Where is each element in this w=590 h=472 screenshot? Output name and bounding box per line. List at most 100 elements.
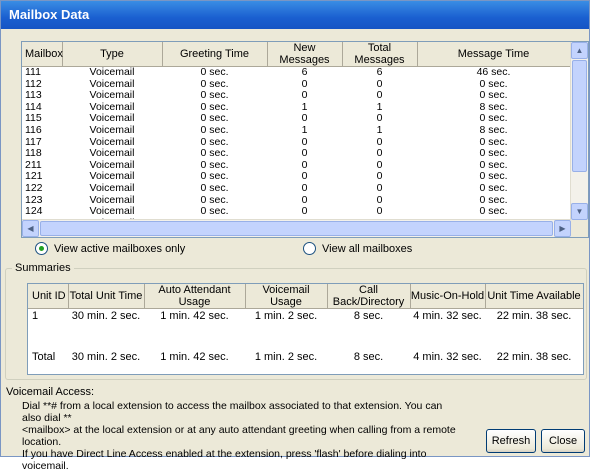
voicemail-access-label: Voicemail Access: <box>6 386 95 398</box>
scroll-right-icon[interactable]: ▶ <box>554 220 571 237</box>
scroll-left-icon[interactable]: ◀ <box>22 220 39 237</box>
table-row[interactable]: 118 Voicemail 0 sec. 0 0 0 sec. <box>22 148 570 160</box>
summary-total-cell: 30 min. 2 sec. <box>71 351 141 363</box>
table-cell: 0 <box>301 182 308 194</box>
table-row[interactable]: 117 Voicemail 0 sec. 0 0 0 sec. <box>22 137 570 149</box>
summary-cell: 1 min. 42 sec. <box>160 310 229 322</box>
table-cell: 0 sec. <box>479 113 508 125</box>
summary-column-header: Total Unit Time <box>68 284 145 309</box>
table-cell: 0 <box>376 78 383 90</box>
table-cell: Voicemail <box>89 182 135 194</box>
table-row[interactable]: 112 Voicemail 0 sec. 0 0 0 sec. <box>22 79 570 91</box>
summary-cell: 1 min. 2 sec. <box>254 310 318 322</box>
table-cell: 0 <box>376 113 383 125</box>
scroll-down-icon[interactable]: ▼ <box>571 203 588 220</box>
mailbox-table[interactable]: Mailbox Type Greeting Time New Messages Tota… <box>21 41 589 238</box>
table-cell: 0 <box>301 194 308 206</box>
table-row[interactable]: 121 Voicemail 0 sec. 0 0 0 sec. <box>22 171 570 183</box>
table-cell: 111 <box>25 66 41 78</box>
table-cell: 46 sec. <box>476 66 511 78</box>
table-row[interactable]: 113 Voicemail 0 sec. 0 0 0 sec. <box>22 90 570 102</box>
refresh-button[interactable]: Refresh <box>486 429 536 453</box>
mailbox-column-header: Message Time <box>417 42 571 67</box>
horizontal-scrollbar[interactable]: ◀ ▶ <box>22 219 571 237</box>
table-cell: 0 <box>376 136 383 148</box>
view-active-radio[interactable]: View active mailboxes only <box>35 242 185 255</box>
summaries-total-row: Total 30 min. 2 sec. 1 min. 42 sec. 1 min. … <box>28 350 583 364</box>
table-cell: Voicemail <box>89 206 135 218</box>
summary-cell: 1 <box>32 310 39 322</box>
table-cell: 0 <box>301 136 308 148</box>
table-cell: 0 sec. <box>479 194 508 206</box>
table-cell: 0 sec. <box>200 124 229 136</box>
view-all-radio[interactable]: View all mailboxes <box>303 242 412 255</box>
vertical-scroll-thumb[interactable] <box>572 60 587 172</box>
table-row[interactable]: 111 Voicemail 0 sec. 6 6 46 sec. <box>22 67 570 79</box>
table-row[interactable]: 123 Voicemail 0 sec. 0 0 0 sec. <box>22 195 570 207</box>
table-cell: 0 <box>301 159 308 171</box>
table-cell: Voicemail <box>89 171 135 183</box>
table-row[interactable]: 124 Voicemail 0 sec. 0 0 0 sec. <box>22 206 570 218</box>
summary-column-header: Auto Attendant Usage <box>144 284 246 309</box>
scrollbar-corner <box>571 220 588 237</box>
summaries-table-body: 1 30 min. 2 sec. 1 min. 42 sec. 1 min. 2 se… <box>28 309 583 324</box>
mailbox-table-header: Mailbox Type Greeting Time New Messages Tota… <box>22 42 571 67</box>
vertical-scrollbar[interactable]: ▲ ▼ <box>570 42 588 220</box>
table-cell: 0 sec. <box>200 159 229 171</box>
radio-selected-icon[interactable] <box>35 242 48 255</box>
table-cell: 121 <box>25 171 43 183</box>
summary-cell: 4 min. 32 sec. <box>413 310 482 322</box>
table-cell: 0 sec. <box>200 182 229 194</box>
table-cell: 0 <box>301 113 308 125</box>
table-cell: 0 sec. <box>200 148 229 160</box>
table-cell: 0 <box>301 171 308 183</box>
summaries-table: Unit ID Total Unit Time Auto Attendant Usa… <box>27 283 584 375</box>
summary-cell: 30 min. 2 sec. <box>71 310 141 322</box>
table-cell: Voicemail <box>89 194 135 206</box>
table-row[interactable]: 211 Voicemail 0 sec. 0 0 0 sec. <box>22 160 570 172</box>
table-cell: 6 <box>301 66 308 78</box>
table-cell: 114 <box>25 101 42 113</box>
mailbox-table-body: 111 Voicemail 0 sec. 6 6 46 sec. 112 Voicemail 0… <box>22 67 570 230</box>
table-cell: Voicemail <box>89 113 135 125</box>
table-cell: 0 <box>376 171 383 183</box>
summary-cell: 22 min. 38 sec. <box>496 310 572 322</box>
table-row[interactable]: 114 Voicemail 0 sec. 1 1 8 sec. <box>22 102 570 114</box>
summary-total-cell: 8 sec. <box>353 351 384 363</box>
summary-total-cell: Total <box>32 351 56 363</box>
table-cell: 118 <box>25 148 42 160</box>
table-row[interactable]: 122 Voicemail 0 sec. 0 0 0 sec. <box>22 183 570 195</box>
table-cell: 0 <box>376 159 383 171</box>
summary-column-header: Call Back/Directory <box>327 284 411 309</box>
scroll-up-icon[interactable]: ▲ <box>571 42 588 59</box>
horizontal-scroll-thumb[interactable] <box>40 221 553 236</box>
table-cell: 211 <box>25 159 42 171</box>
table-cell: Voicemail <box>89 101 135 113</box>
table-cell: 0 <box>301 78 308 90</box>
table-cell: 0 sec. <box>200 171 229 183</box>
table-cell: 0 sec. <box>479 148 508 160</box>
summaries-label: Summaries <box>12 262 74 274</box>
table-cell: 0 sec. <box>479 136 508 148</box>
table-cell: 0 sec. <box>479 90 508 102</box>
table-cell: 112 <box>25 78 42 90</box>
table-cell: 115 <box>25 113 42 125</box>
voicemail-access-text: Dial **# from a local extension to acces… <box>22 400 462 472</box>
summary-column-header: Music-On-Hold <box>410 284 486 309</box>
table-cell: 0 <box>376 194 383 206</box>
close-button[interactable]: Close <box>541 429 585 453</box>
table-cell: 0 <box>376 90 383 102</box>
table-cell: 0 sec. <box>200 194 229 206</box>
summary-cell: 8 sec. <box>353 310 384 322</box>
table-row[interactable]: 116 Voicemail 0 sec. 1 1 8 sec. <box>22 125 570 137</box>
table-row[interactable]: 115 Voicemail 0 sec. 0 0 0 sec. <box>22 113 570 125</box>
table-cell: Voicemail <box>89 78 135 90</box>
summary-column-header: Unit Time Available <box>485 284 583 309</box>
table-cell: 0 <box>376 148 383 160</box>
table-cell: 123 <box>25 194 43 206</box>
radio-unselected-icon[interactable] <box>303 242 316 255</box>
table-cell: 0 sec. <box>479 159 508 171</box>
mailbox-column-header: Total Messages <box>342 42 418 67</box>
table-cell: 0 sec. <box>200 113 229 125</box>
summary-column-header: Unit ID <box>28 284 69 309</box>
